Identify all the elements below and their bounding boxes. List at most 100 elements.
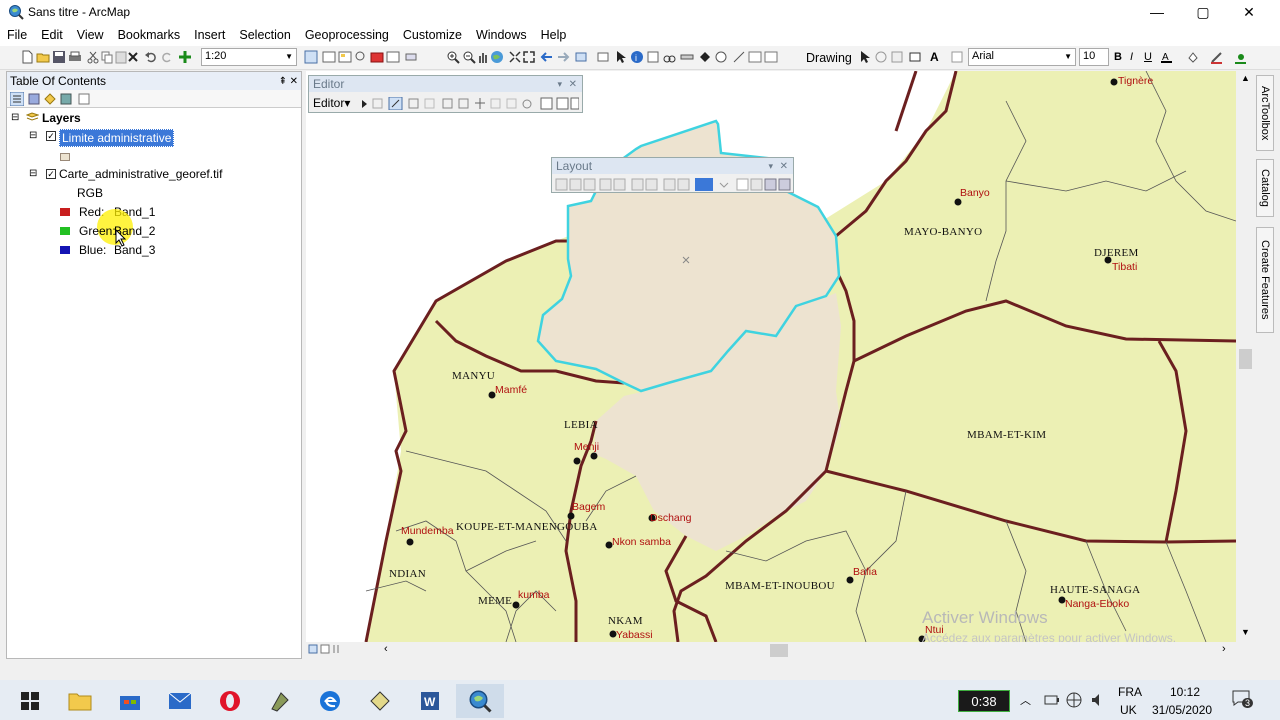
cut-icon[interactable] bbox=[86, 50, 100, 64]
menu-customize[interactable]: Customize bbox=[396, 28, 469, 42]
list-by-selection-icon[interactable] bbox=[59, 92, 73, 106]
hyperlink-icon[interactable] bbox=[698, 50, 712, 64]
map-scale-dropdown[interactable]: 1:20 ▼ bbox=[201, 48, 297, 66]
map-display[interactable]: MAYO-BANYO DJEREM MANYU MBAM-ET-KIM LEBI… bbox=[306, 71, 1236, 642]
menu-selection[interactable]: Selection bbox=[232, 28, 297, 42]
options-icon[interactable] bbox=[77, 92, 91, 106]
menu-edit[interactable]: Edit bbox=[34, 28, 70, 42]
editor-toolbar-window[interactable]: Editor ▾ ✕ Editor▾ bbox=[308, 75, 583, 113]
font-size-dropdown[interactable]: 10 bbox=[1079, 48, 1109, 66]
arctoolbox-icon[interactable] bbox=[370, 50, 384, 64]
tray-chevron-icon[interactable]: ︿ bbox=[1020, 692, 1031, 708]
clock-time[interactable]: 10:12 bbox=[1170, 685, 1200, 699]
line-color-icon[interactable] bbox=[1210, 50, 1224, 64]
chevron-down-icon[interactable]: ▾ bbox=[768, 161, 773, 172]
create-features-tab[interactable]: Create Features bbox=[1256, 227, 1274, 333]
toc-close-icon[interactable]: ✕ bbox=[290, 76, 298, 87]
catalog-icon[interactable] bbox=[338, 50, 352, 64]
layers-root[interactable]: Layers bbox=[42, 111, 81, 125]
zoom-in-icon[interactable] bbox=[446, 50, 460, 64]
print-icon[interactable] bbox=[68, 50, 82, 64]
recording-timer[interactable]: 0:38 bbox=[958, 690, 1010, 712]
layout-close-icon[interactable]: ✕ bbox=[780, 161, 788, 172]
arcmap-taskbar[interactable] bbox=[456, 684, 504, 718]
opera-taskbar[interactable] bbox=[206, 684, 254, 718]
open-icon[interactable] bbox=[36, 50, 50, 64]
editor-tools[interactable] bbox=[359, 97, 579, 110]
measure-icon[interactable] bbox=[680, 50, 694, 64]
arctoolbox-tab[interactable]: ArcToolbox bbox=[1256, 75, 1274, 151]
modelbuilder-icon[interactable] bbox=[404, 50, 418, 64]
drawing-menu[interactable]: Drawing bbox=[806, 51, 852, 65]
html-popup-icon[interactable] bbox=[646, 50, 660, 64]
fixed-zoom-out-icon[interactable] bbox=[522, 50, 536, 64]
overview-icon[interactable] bbox=[748, 50, 762, 64]
zoom-out-icon[interactable] bbox=[462, 50, 476, 64]
magnifier-icon[interactable] bbox=[764, 50, 778, 64]
find-icon[interactable] bbox=[662, 50, 676, 64]
text-tool[interactable]: A bbox=[930, 50, 939, 64]
scroll-down-icon[interactable]: ▼ bbox=[1241, 627, 1250, 637]
catalog-tab[interactable]: Catalog bbox=[1256, 159, 1274, 217]
forward-icon[interactable] bbox=[556, 50, 570, 64]
copy-icon[interactable] bbox=[100, 50, 114, 64]
maximize-button[interactable]: ▢ bbox=[1180, 0, 1226, 24]
font-dropdown[interactable]: Arial ▼ bbox=[968, 48, 1076, 66]
search-window-icon[interactable] bbox=[354, 50, 368, 64]
clock-date[interactable]: 31/05/2020 bbox=[1152, 703, 1212, 717]
input-language[interactable]: FRA bbox=[1118, 685, 1142, 699]
new-document-icon[interactable] bbox=[20, 50, 34, 64]
menu-file[interactable]: File bbox=[0, 28, 34, 42]
editor-toolbar-header[interactable]: Editor ▾ ✕ bbox=[309, 76, 582, 92]
word-taskbar[interactable]: W bbox=[406, 684, 454, 718]
mail-taskbar[interactable] bbox=[156, 684, 204, 718]
menu-view[interactable]: View bbox=[70, 28, 111, 42]
volume-icon[interactable] bbox=[1090, 692, 1106, 708]
map-vertical-scrollbar[interactable]: ▲ ▼ bbox=[1237, 71, 1254, 642]
full-extent-icon[interactable] bbox=[490, 50, 504, 64]
layer-limite-administrative[interactable]: Limite administrative bbox=[59, 129, 175, 147]
layout-tools[interactable] bbox=[554, 178, 792, 191]
menu-geoprocessing[interactable]: Geoprocessing bbox=[298, 28, 396, 42]
layer-carte-administrative[interactable]: Carte_administrative_georef.tif bbox=[59, 167, 222, 181]
editor-toolbar-icon[interactable] bbox=[304, 50, 318, 64]
identify-icon[interactable]: i bbox=[630, 50, 644, 64]
map-horizontal-scrollbar[interactable]: ‹ › bbox=[306, 642, 1236, 659]
table-of-contents-icon[interactable] bbox=[322, 50, 336, 64]
layout-toolbar-window[interactable]: Layout ▾ ✕ bbox=[551, 157, 794, 193]
close-button[interactable]: ✕ bbox=[1226, 0, 1272, 24]
back-icon[interactable] bbox=[540, 50, 554, 64]
select-by-rectangle-icon[interactable] bbox=[574, 50, 588, 64]
rotate-icon[interactable] bbox=[874, 50, 888, 64]
battery-icon[interactable] bbox=[1044, 694, 1060, 706]
select-elements-icon[interactable] bbox=[614, 50, 628, 64]
chevron-down-icon[interactable]: ▾ bbox=[557, 79, 562, 90]
marker-color-icon[interactable] bbox=[1234, 50, 1248, 64]
scroll-right-icon[interactable]: › bbox=[1222, 643, 1226, 655]
view-switch-icons[interactable] bbox=[308, 644, 352, 656]
menu-bookmarks[interactable]: Bookmarks bbox=[111, 28, 188, 42]
layer1-symbol-swatch[interactable] bbox=[60, 153, 70, 161]
app-taskbar[interactable] bbox=[256, 684, 304, 718]
zoom-whole-page-icon[interactable] bbox=[890, 50, 904, 64]
delete-icon[interactable] bbox=[126, 50, 140, 64]
add-data-icon[interactable] bbox=[178, 50, 192, 64]
arccatalog-taskbar[interactable] bbox=[356, 684, 404, 718]
clear-selection-icon[interactable] bbox=[596, 50, 610, 64]
file-explorer-taskbar[interactable] bbox=[56, 684, 104, 718]
list-by-source-icon[interactable] bbox=[27, 92, 41, 106]
font-color-icon[interactable]: A bbox=[1160, 50, 1174, 64]
scroll-up-icon[interactable]: ▲ bbox=[1241, 73, 1250, 83]
scroll-left-icon[interactable]: ‹ bbox=[384, 643, 388, 655]
network-icon[interactable] bbox=[1066, 692, 1082, 708]
editor-menu[interactable]: Editor▾ bbox=[313, 96, 350, 110]
collapse-layer2-icon[interactable]: ⊟ bbox=[29, 168, 37, 179]
redo-icon[interactable] bbox=[160, 50, 174, 64]
list-by-drawing-order-icon[interactable] bbox=[10, 92, 24, 106]
list-by-visibility-icon[interactable] bbox=[43, 92, 57, 106]
italic-icon[interactable]: I bbox=[1130, 51, 1133, 63]
python-icon[interactable] bbox=[386, 50, 400, 64]
save-icon[interactable] bbox=[52, 50, 66, 64]
edge-taskbar[interactable] bbox=[306, 684, 354, 718]
undo-icon[interactable] bbox=[144, 50, 158, 64]
